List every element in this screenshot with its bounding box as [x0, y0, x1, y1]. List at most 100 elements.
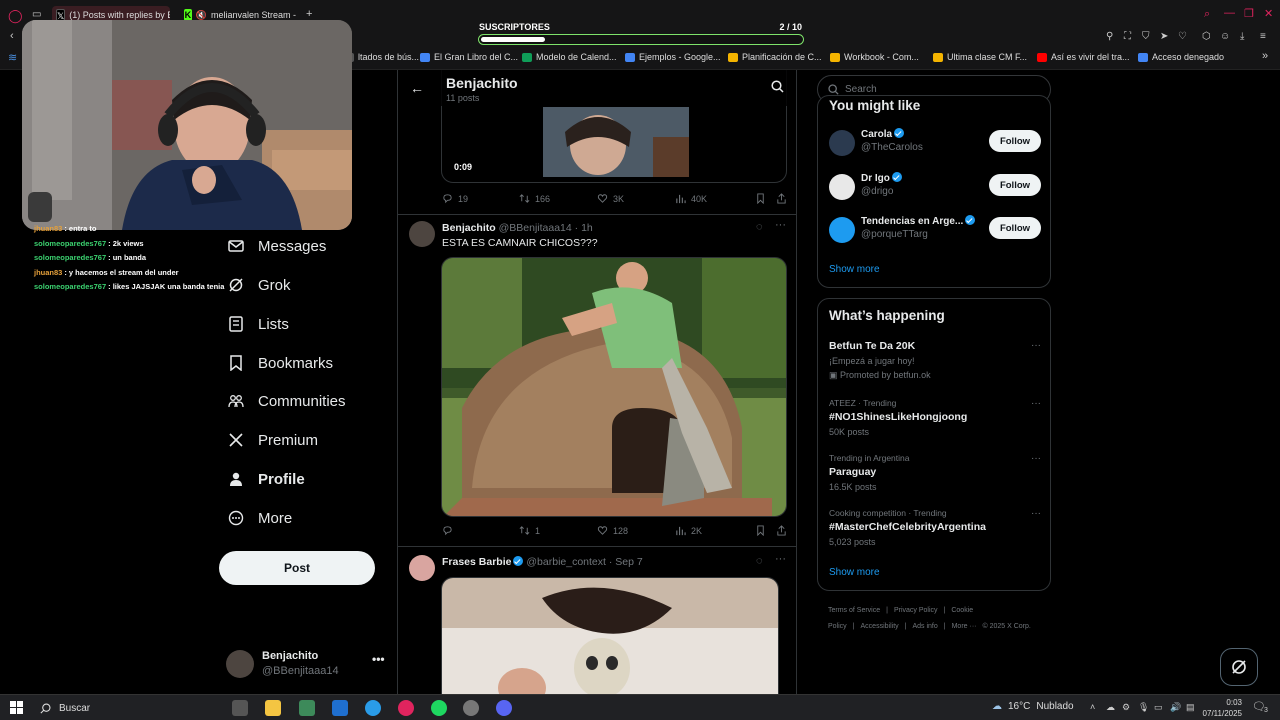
bookmark-item[interactable]: Ultima clase CM F... [933, 52, 1027, 62]
bookmark-item[interactable]: El Gran Libro del C... [420, 52, 518, 62]
views-button[interactable]: 40K [675, 193, 707, 204]
grok-explain-icon[interactable]: ◌ [756, 221, 763, 233]
menu-icon[interactable]: ≡ [1260, 31, 1266, 42]
extensions-icon[interactable]: ⬡ [1202, 31, 1211, 42]
tweet-more-icon[interactable]: ··· [775, 219, 786, 231]
windows-start-icon[interactable] [10, 701, 23, 714]
trend-more-icon[interactable]: ··· [1031, 508, 1041, 519]
bookmark-item[interactable]: Así es vivir del tra... [1037, 52, 1130, 62]
nav-item-lists[interactable]: Lists [228, 312, 289, 336]
maximize-icon[interactable]: ❐ [1244, 7, 1254, 20]
account-more-icon[interactable]: ••• [372, 652, 385, 666]
footer-link[interactable]: Ads info [912, 623, 937, 630]
back-nav-icon[interactable]: ‹ [10, 30, 14, 42]
chat-username[interactable]: solomeoparedes767 [34, 282, 106, 291]
taskbar-search[interactable]: Buscar [32, 696, 222, 720]
opera-logo-icon[interactable]: ◯ [8, 8, 23, 24]
tray-cloud-icon[interactable]: ☁ [1106, 702, 1115, 713]
trend-more-icon[interactable]: ··· [1031, 453, 1041, 464]
trend-item[interactable]: Trending in Argentina Paraguay 16.5K posts… [829, 453, 1041, 492]
bookmarks-overflow-icon[interactable]: » [1262, 50, 1268, 62]
tweet-author[interactable]: Benjachito [442, 222, 496, 234]
grok-explain-icon[interactable]: ◌ [756, 555, 763, 567]
file-explorer-icon[interactable] [265, 700, 281, 716]
tweet-author[interactable]: Frases Barbie [442, 556, 511, 568]
tweet-image[interactable] [441, 257, 787, 517]
post-button[interactable]: Post [219, 551, 375, 585]
tweet-avatar[interactable] [409, 221, 435, 247]
views-button[interactable]: 2K [675, 525, 702, 536]
tray-overflow-icon[interactable]: ˄ [1090, 702, 1095, 712]
spotify-icon[interactable] [431, 700, 447, 716]
outlook-icon[interactable] [332, 700, 348, 716]
pin-icon[interactable]: ⚲ [1106, 31, 1113, 42]
like-button[interactable]: 3K [597, 193, 624, 204]
wtf-show-more-link[interactable]: Show more [829, 264, 880, 275]
minimize-icon[interactable]: — [1224, 7, 1235, 19]
heart-icon[interactable]: ♡ [1178, 31, 1187, 42]
tweet-handle-time[interactable]: @BBenjitaaa14 · 1h [499, 222, 593, 234]
close-window-icon[interactable]: ✕ [1264, 7, 1273, 20]
bookmark-item[interactable]: Workbook - Com... [830, 52, 919, 62]
repost-button[interactable]: 1 [519, 525, 540, 536]
nav-item-communities[interactable]: Communities [228, 389, 346, 413]
follow-button[interactable]: Follow [989, 174, 1041, 196]
suggestion-row[interactable]: Dr Igo @drigo Follow [829, 172, 1041, 206]
nav-item-premium[interactable]: Premium [228, 428, 318, 452]
footer-link[interactable]: More ··· [952, 623, 977, 630]
nav-item-grok[interactable]: Grok [228, 273, 291, 297]
footer-link[interactable]: Terms of Service [828, 607, 880, 614]
share-button[interactable] [776, 525, 787, 536]
follow-button[interactable]: Follow [989, 130, 1041, 152]
nav-item-profile[interactable]: Profile [228, 467, 305, 491]
chat-username[interactable]: jhuan83 [34, 268, 62, 277]
trend-item[interactable]: Betfun Te Da 20K ¡Empezá a jugar hoy! ▣ Pr… [829, 340, 1041, 381]
chat-username[interactable]: solomeoparedes767 [34, 239, 106, 248]
bookmark-item[interactable]: ltados de bús... [344, 52, 419, 62]
tray-network-icon[interactable]: ▤ [1186, 702, 1195, 713]
task-view-icon[interactable] [232, 700, 248, 716]
snapshot-icon[interactable]: ⛶ [1124, 31, 1131, 42]
search-tabs-icon[interactable]: ⌕ [1204, 8, 1210, 21]
search-icon[interactable] [771, 80, 784, 93]
nav-item-messages[interactable]: Messages [228, 234, 326, 258]
bookmark-button[interactable] [755, 193, 766, 204]
reply-button[interactable] [442, 525, 458, 536]
shield-icon[interactable]: ⛉ [1142, 31, 1150, 42]
suggestion-row[interactable]: Tendencias en Arge... @porqueTTarg Follow [829, 215, 1041, 249]
suggestion-name[interactable]: Tendencias en Arge... [861, 216, 963, 227]
grok-chat-button[interactable] [1220, 648, 1258, 686]
download-icon[interactable]: ⤓ [1240, 31, 1244, 42]
bookmark-item[interactable]: Planificación de C... [728, 52, 822, 62]
back-arrow-icon[interactable]: ← [410, 80, 424, 96]
taskbar-weather[interactable]: ☁ 16°C Nublado [992, 701, 1074, 712]
suggestion-row[interactable]: Carola @TheCarolos Follow [829, 128, 1041, 162]
tray-mic-icon[interactable]: 🎙 [1138, 702, 1149, 713]
new-tab-icon[interactable]: + [306, 8, 312, 20]
bookmark-item[interactable]: Ejemplos - Google... [625, 52, 721, 62]
tray-settings-icon[interactable]: ⚙ [1122, 702, 1130, 713]
tweet-image[interactable] [441, 577, 779, 694]
footer-link[interactable]: Accessibility [861, 623, 899, 630]
trend-item[interactable]: Cooking competition · Trending #MasterChe… [829, 508, 1041, 547]
share-button[interactable] [776, 193, 787, 204]
nav-item-more[interactable]: More [228, 506, 292, 530]
trend-more-icon[interactable]: ··· [1031, 340, 1041, 351]
footer-link[interactable]: © 2025 X Corp. [982, 623, 1030, 630]
bookmark-item[interactable]: Modelo de Calend... [522, 52, 617, 62]
tray-display-icon[interactable]: ▭ [1154, 702, 1163, 713]
workspaces-icon[interactable]: ▭ [32, 9, 41, 20]
nav-item-bookmarks[interactable]: Bookmarks [228, 351, 333, 375]
opera-icon[interactable] [398, 700, 414, 716]
bookmark-button[interactable] [755, 525, 766, 536]
footer-link[interactable]: Privacy Policy [894, 607, 938, 614]
edge-icon[interactable] [365, 700, 381, 716]
bookmark-item[interactable]: Acceso denegado [1138, 52, 1224, 62]
chat-username[interactable]: jhuan83 [34, 224, 62, 233]
search-input[interactable] [845, 84, 1035, 95]
suggestion-name[interactable]: Dr Igo [861, 173, 890, 184]
send-icon[interactable]: ➤ [1160, 31, 1168, 42]
account-switcher[interactable]: Benjachito @BBenjitaaa14 ••• [226, 648, 386, 682]
follow-button[interactable]: Follow [989, 217, 1041, 239]
trend-more-icon[interactable]: ··· [1031, 398, 1041, 409]
